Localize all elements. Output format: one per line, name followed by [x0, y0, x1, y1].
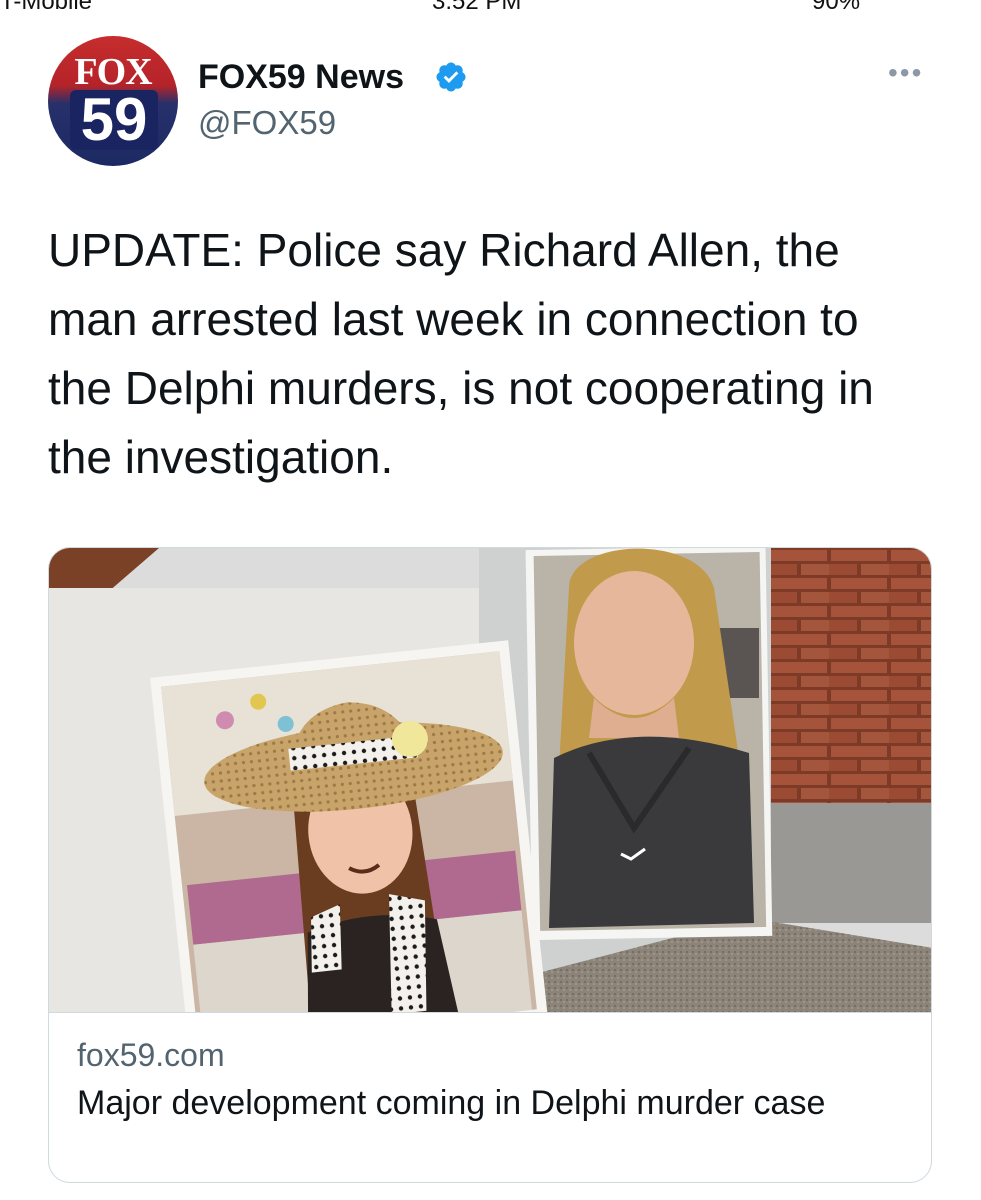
link-card[interactable]: fox59.com Major development coming in De…	[48, 547, 932, 1183]
card-title: Major development coming in Delphi murde…	[77, 1084, 826, 1122]
user-handle[interactable]: @FOX59	[198, 104, 336, 142]
avatar-logo-bottom: 59	[70, 90, 158, 150]
clock: 3:52 PM	[432, 0, 522, 14]
carrier-label: T-Mobile	[0, 0, 93, 14]
battery-level: 90%	[812, 0, 861, 14]
avatar[interactable]: FOX 59	[48, 36, 178, 166]
tweet-text: UPDATE: Police say Richard Allen, the ma…	[48, 224, 874, 483]
display-name[interactable]: FOX59 News	[198, 58, 404, 97]
card-meta[interactable]: fox59.com Major development coming in De…	[49, 1012, 931, 1182]
card-photo-illustration	[49, 548, 931, 1012]
card-image[interactable]	[49, 548, 931, 1012]
verified-badge-icon	[436, 62, 466, 92]
status-bar: T-Mobile 3:52 PM 90%	[0, 0, 981, 14]
more-options-icon[interactable]: •••	[888, 58, 936, 88]
card-domain: fox59.com	[77, 1037, 225, 1073]
